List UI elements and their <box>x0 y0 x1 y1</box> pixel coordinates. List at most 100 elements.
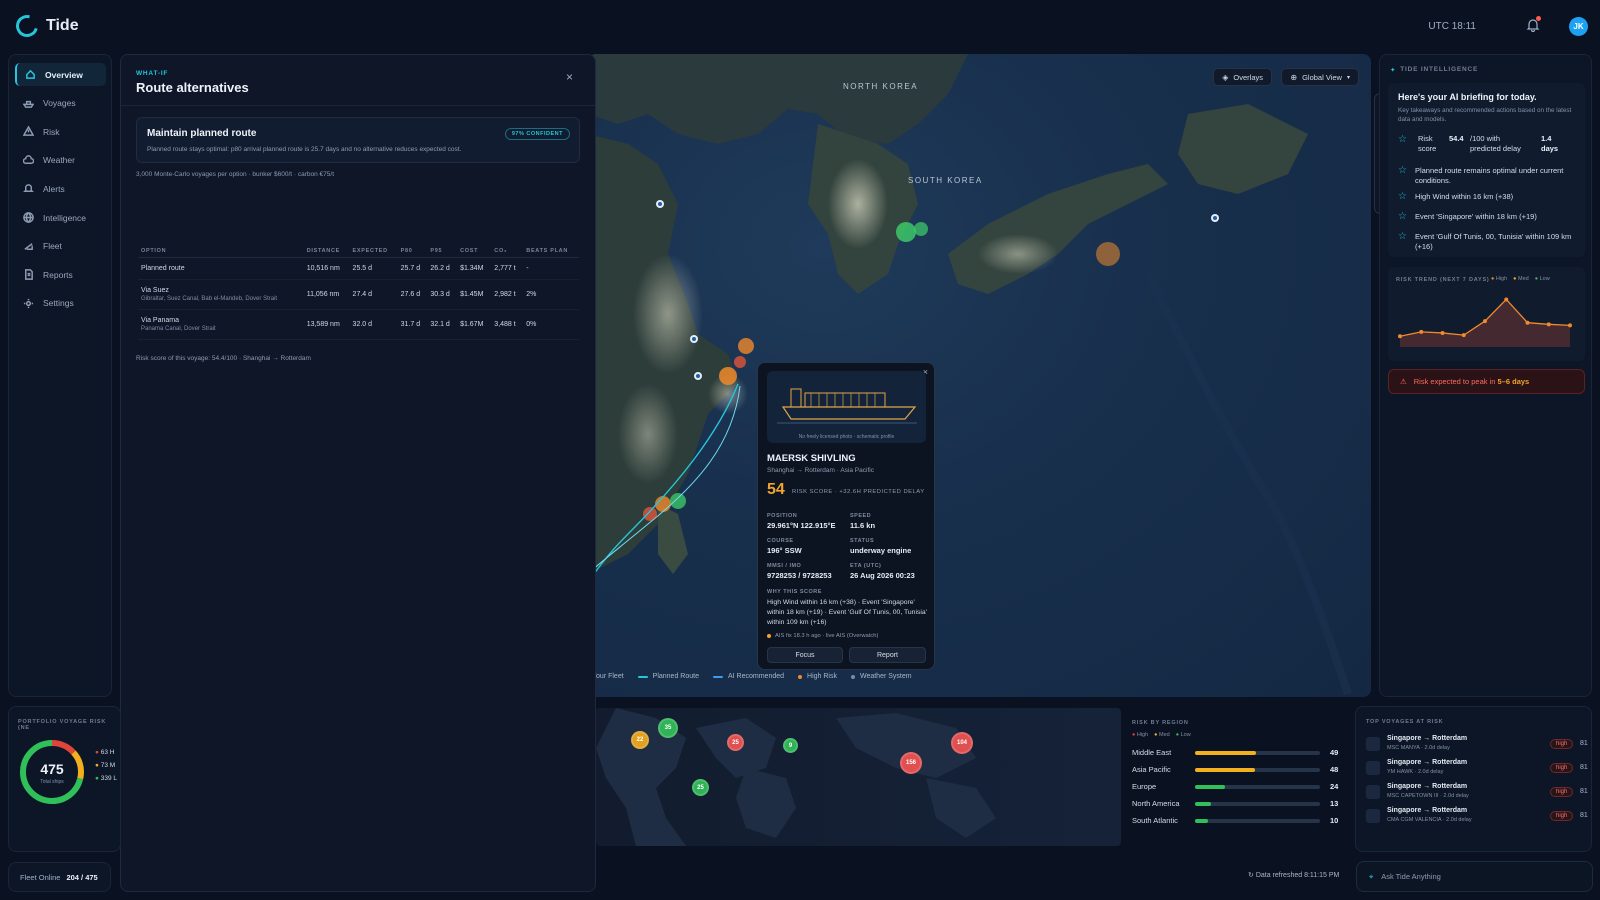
user-avatar[interactable]: JK <box>1569 17 1588 36</box>
trend-point <box>1398 334 1402 339</box>
region-legend-high: ● High <box>1132 732 1149 738</box>
cell-p95: 26.2 d <box>427 257 458 280</box>
risk-by-region-card: RISK BY REGION ● High ● Med ● Low Middle… <box>1122 708 1348 846</box>
table-row[interactable]: Via Panama Panama Canal, Dover Strait 13,5… <box>138 309 579 340</box>
ship-icon <box>23 100 34 108</box>
table-row[interactable]: Via Suez Gibraltar, Suez Canal, Bab el-Ma… <box>138 279 579 310</box>
overlays-button[interactable]: ◈ Overlays <box>1213 68 1272 86</box>
sidebar-item-reports[interactable]: Reports <box>15 263 106 286</box>
insight-text: Event 'Gulf Of Tunis, 00, Tunisia' withi… <box>1414 232 1572 251</box>
world-risk-map[interactable]: 35 22 25 9 25 156 104 <box>596 708 1121 846</box>
region-risk-bubble[interactable]: 35 <box>658 718 678 738</box>
voyage-route: Singapore → Rotterdam <box>1387 807 1468 814</box>
what-if-eyebrow: WHAT-IF <box>136 70 169 77</box>
region-legend-med: ● Med <box>1154 732 1170 738</box>
notifications-bell-icon[interactable] <box>1526 16 1541 33</box>
focus-button[interactable]: Focus <box>767 647 843 663</box>
trend-point <box>1461 333 1466 338</box>
legend-swatch <box>712 675 723 678</box>
sidebar-item-label: Intelligence <box>43 212 87 223</box>
region-bar-track <box>1195 768 1320 772</box>
why-score-text: High Wind within 16 km (+38) · Event 'Si… <box>767 599 927 626</box>
region-risk-bubble[interactable]: 22 <box>631 731 649 749</box>
region-risk-bubble[interactable]: 25 <box>692 779 709 796</box>
home-icon <box>26 69 35 79</box>
region-risk-bubble[interactable]: 25 <box>727 734 744 751</box>
region-bar-track <box>1195 802 1320 806</box>
position-label: POSITION <box>767 513 798 519</box>
globe-icon <box>23 212 34 223</box>
course-label: COURSE <box>767 538 794 544</box>
warning-triangle-icon: ⚠ <box>1400 377 1407 386</box>
region-bar-track <box>1195 751 1320 755</box>
column-header: DISTANCE <box>303 245 350 258</box>
app-logo[interactable]: Tide <box>11 10 79 42</box>
cell-co2: 2,982 t <box>491 279 524 310</box>
column-header: OPTION <box>138 245 304 258</box>
sidebar-item-settings[interactable]: Settings <box>15 292 106 315</box>
warning-value: 5–6 days <box>1497 377 1530 386</box>
course-value: 196° SSW <box>767 546 802 555</box>
route-panel-title: Route alternatives <box>136 80 249 95</box>
photo-note: No freely licensed photo · schematic pro… <box>798 434 895 440</box>
voyage-vessel: MSC CAPETOWN III · 2.0d delay <box>1387 793 1469 799</box>
sidebar-item-weather[interactable]: Weather <box>15 149 106 172</box>
cell-expected: 25.5 d <box>349 257 398 280</box>
global-view-dropdown[interactable]: ⊕ Global View ▾ <box>1281 68 1359 86</box>
close-panel-icon[interactable]: × <box>566 70 573 84</box>
region-name: Middle East <box>1132 748 1172 757</box>
map-view[interactable]: NORTH KOREA SOUTH KOREA ◈ Overlays ⊕ Glo… <box>588 54 1371 697</box>
option-cell: Via Suez Gibraltar, Suez Canal, Bab el-Ma… <box>138 279 304 310</box>
delay-unit: days <box>1541 144 1559 153</box>
risk-tag: high <box>1550 787 1574 797</box>
region-name: South Atlantic <box>1132 816 1178 825</box>
trend-point <box>1546 322 1551 327</box>
risk-with-text: /100 with <box>1470 134 1501 143</box>
location-pin-icon: ⌖ <box>1369 871 1374 881</box>
voyage-row[interactable]: Singapore → Rotterdam CMA CGM VALENCIA · … <box>1366 805 1588 827</box>
refresh-icon[interactable]: ↻ <box>1248 872 1254 879</box>
vessel-name: MAERSK SHIVLING <box>767 453 856 464</box>
region-risk-bubble[interactable]: 104 <box>951 732 973 754</box>
total-ships-label: Total ships <box>40 779 64 785</box>
sidebar-item-intelligence[interactable]: Intelligence <box>15 206 106 229</box>
route-arrow-icon <box>1366 809 1380 823</box>
table-row[interactable]: Planned route 10,516 nm 25.5 d 25.7 d 26.2 d… <box>138 257 579 280</box>
cell-expected: 32.0 d <box>349 309 398 340</box>
region-name: North America <box>1132 799 1180 808</box>
legend-item: Weather System <box>850 673 912 680</box>
region-risk-bubble[interactable]: 156 <box>900 752 922 774</box>
sidebar-item-risk[interactable]: Risk <box>15 120 106 143</box>
ask-tide-input[interactable]: ⌖ Ask Tide Anything <box>1356 861 1593 892</box>
speed-label: SPEED <box>850 513 872 519</box>
mmsi-value: 9728253 / 9728253 <box>767 571 832 580</box>
voyage-score: 81 <box>1580 788 1588 795</box>
voyage-row[interactable]: Singapore → Rotterdam YM HAWK · 2.0d dela… <box>1366 757 1588 779</box>
ais-fix: AIS fix 18.3 h ago · live AIS (Overwatch… <box>767 633 878 639</box>
voyage-row[interactable]: Singapore → Rotterdam MSC CAPETOWN III · … <box>1366 781 1588 803</box>
region-name: Europe <box>1132 782 1157 791</box>
region-value: 49 <box>1330 748 1339 757</box>
map-legend: Your Fleet Planned Route AI Recommended Hig… <box>588 673 912 680</box>
voyage-row[interactable]: Singapore → Rotterdam MSC MANYA · 2.0d de… <box>1366 733 1588 755</box>
legend-high: ● High <box>1491 276 1508 282</box>
briefing-headline: Here's your AI briefing for today. <box>1398 92 1537 102</box>
sidebar-item-label: Reports <box>43 269 73 280</box>
med-count: ● 73 M <box>95 762 116 769</box>
gear-icon <box>23 298 34 308</box>
option-cell: Via Panama Panama Canal, Dover Strait <box>138 309 304 340</box>
cell-p95: 32.1 d <box>427 309 458 340</box>
sidebar-item-voyages[interactable]: Voyages <box>15 92 106 115</box>
risk-word: Risk <box>1418 134 1433 143</box>
sidebar-item-alerts[interactable]: Alerts <box>15 177 106 200</box>
region-bar-fill <box>1195 751 1257 755</box>
sidebar-item-fleet[interactable]: Fleet <box>15 235 106 258</box>
sidebar-item-overview[interactable]: Overview <box>15 63 106 86</box>
region-risk-bubble[interactable]: 9 <box>783 738 798 753</box>
eta-label: ETA (UTC) <box>850 563 882 569</box>
voyage-score: 81 <box>1580 740 1588 747</box>
route-arrow-icon <box>1366 737 1380 751</box>
report-button[interactable]: Report <box>849 647 926 663</box>
route-arrow-icon <box>1366 785 1380 799</box>
document-icon <box>25 269 33 281</box>
